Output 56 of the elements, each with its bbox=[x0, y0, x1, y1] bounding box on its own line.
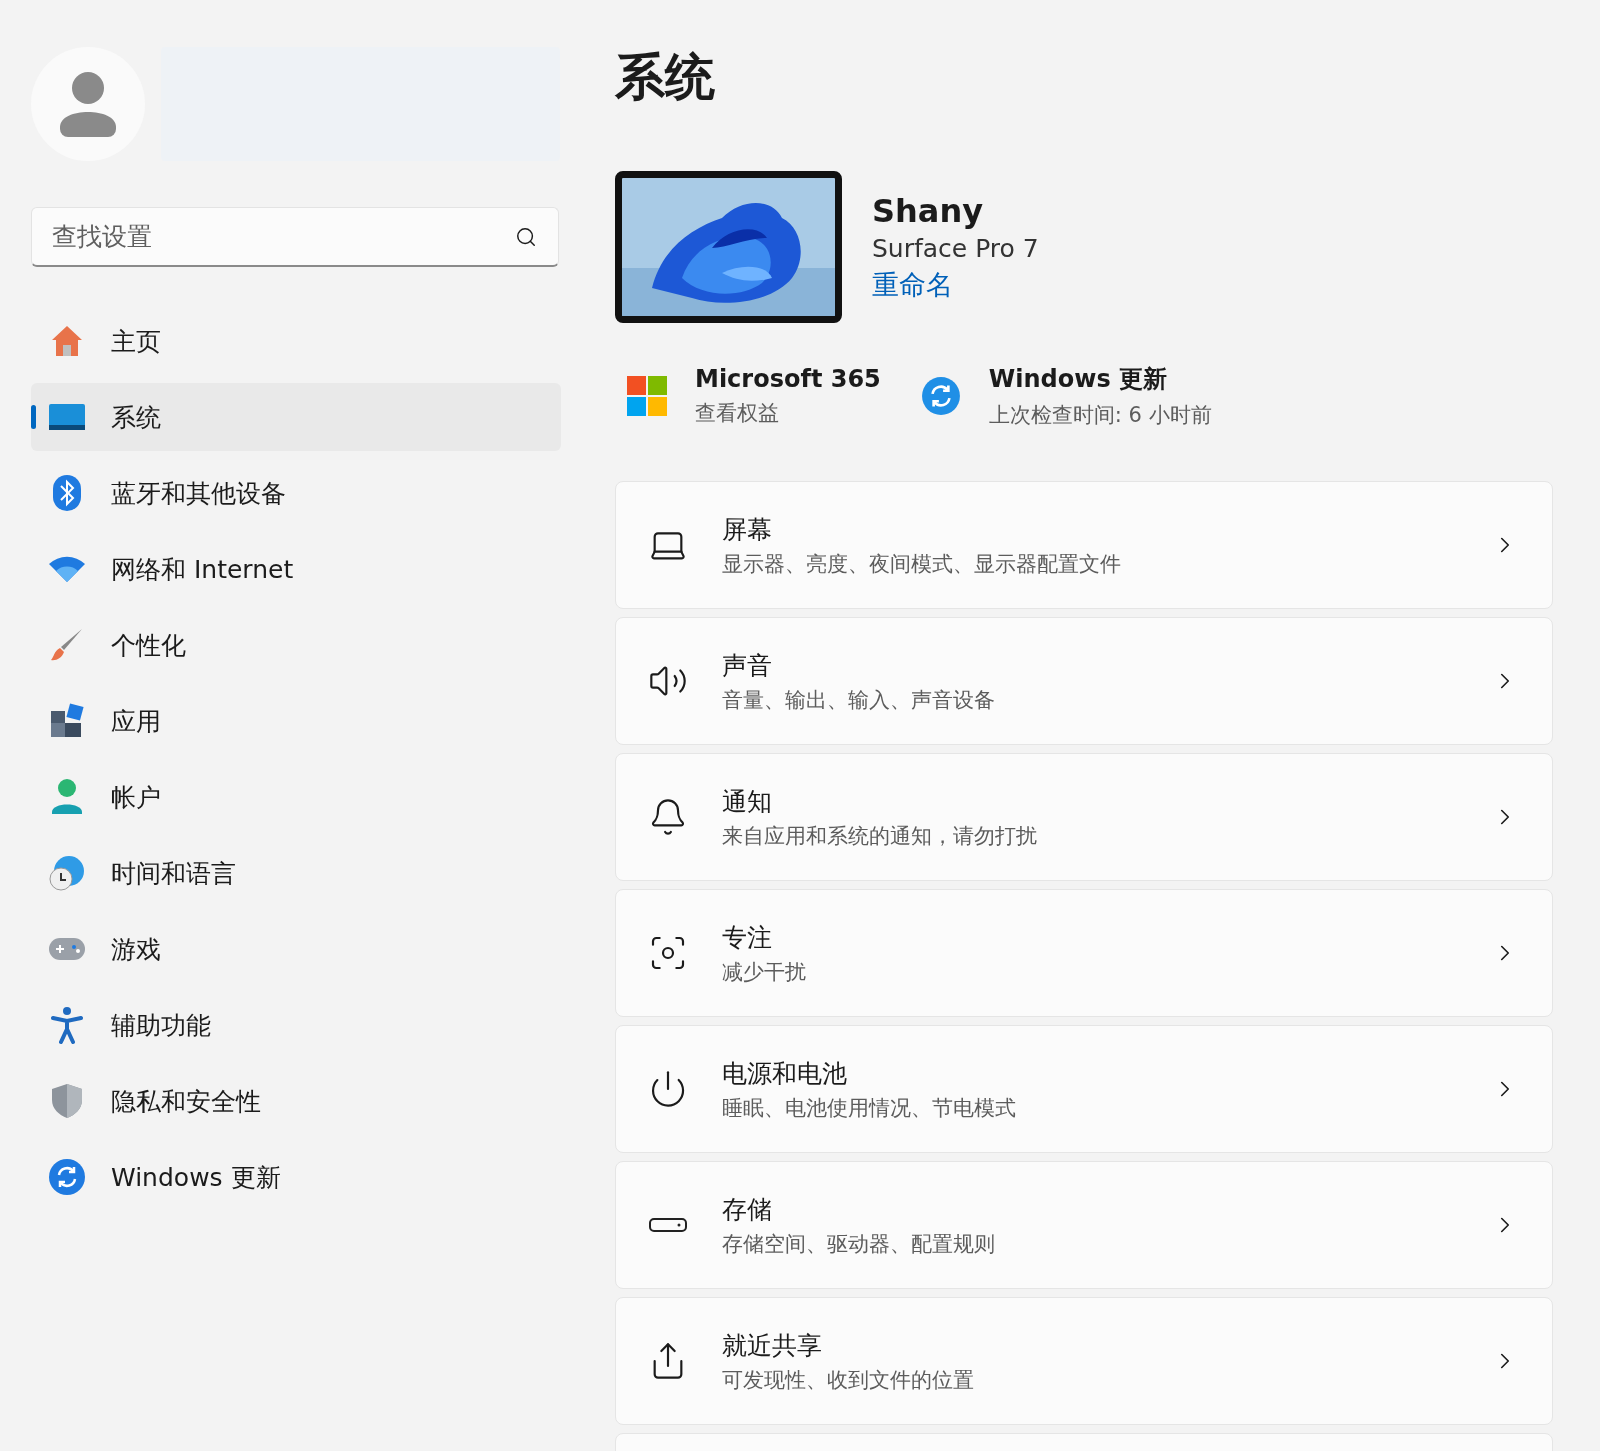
quick-link-title[interactable]: Windows 更新 bbox=[988, 363, 1212, 395]
settings-card[interactable]: 电源和电池 睡眠、电池使用情况、节电模式 bbox=[615, 1025, 1553, 1153]
nav-item[interactable]: 游戏 bbox=[31, 915, 561, 983]
card-subtitle: 来自应用和系统的通知，请勿打扰 bbox=[722, 822, 1038, 850]
monitor-icon bbox=[48, 401, 86, 433]
rename-link[interactable]: 重命名 bbox=[872, 266, 1039, 303]
shield-icon bbox=[50, 1082, 84, 1120]
card-title: 存储 bbox=[722, 1193, 773, 1226]
nav-item[interactable]: 应用 bbox=[31, 687, 561, 755]
card-title: 屏幕 bbox=[722, 513, 773, 546]
card-subtitle: 显示器、亮度、夜间模式、显示器配置文件 bbox=[722, 550, 1122, 578]
card-title: 专注 bbox=[722, 921, 773, 954]
nav-item[interactable]: 蓝牙和其他设备 bbox=[31, 459, 561, 527]
card-subtitle: 减少干扰 bbox=[722, 958, 807, 986]
card-subtitle: 可发现性、收到文件的位置 bbox=[722, 1366, 975, 1394]
quick-link-subtitle: 查看权益 bbox=[695, 400, 780, 427]
settings-card[interactable]: 通知 来自应用和系统的通知，请勿打扰 bbox=[615, 753, 1553, 881]
settings-card[interactable]: 存储 存储空间、驱动器、配置规则 bbox=[615, 1161, 1553, 1289]
settings-card[interactable]: 声音 音量、输出、输入、声音设备 bbox=[615, 617, 1553, 745]
update-icon bbox=[48, 1158, 86, 1196]
update-icon bbox=[920, 376, 961, 416]
nav-item[interactable]: 网络和 Internet bbox=[31, 535, 561, 603]
card-subtitle: 存储空间、驱动器、配置规则 bbox=[722, 1230, 996, 1258]
nav-item[interactable]: 隐私和安全性 bbox=[31, 1067, 561, 1135]
person-icon bbox=[59, 71, 116, 137]
apps-icon bbox=[49, 703, 85, 739]
nav-item[interactable]: 系统 bbox=[31, 383, 561, 451]
device-name: Shany bbox=[872, 191, 985, 230]
wifi-icon bbox=[48, 555, 86, 583]
selection-indicator bbox=[31, 405, 36, 429]
settings-card[interactable]: 屏幕 显示器、亮度、夜间模式、显示器配置文件 bbox=[615, 481, 1553, 609]
nav-item[interactable]: 主页 bbox=[31, 307, 561, 375]
card-title: 电源和电池 bbox=[722, 1057, 848, 1090]
accessibility-icon bbox=[50, 1006, 84, 1044]
card-title: 声音 bbox=[722, 649, 773, 682]
card-subtitle: 睡眠、电池使用情况、节电模式 bbox=[722, 1094, 1017, 1122]
search-icon bbox=[515, 226, 537, 248]
nav-item[interactable]: 辅助功能 bbox=[31, 991, 561, 1059]
nav-item[interactable]: Windows 更新 bbox=[31, 1143, 561, 1211]
device-model: Surface Pro 7 bbox=[872, 233, 1039, 263]
settings-card[interactable]: 就近共享 可发现性、收到文件的位置 bbox=[615, 1297, 1553, 1425]
search-field[interactable]: 查找设置 bbox=[31, 207, 559, 267]
person-icon bbox=[50, 778, 84, 816]
card-subtitle: 音量、输出、输入、声音设备 bbox=[722, 686, 996, 714]
quick-link-title[interactable]: Microsoft 365 bbox=[695, 365, 881, 393]
four-squares-icon bbox=[627, 376, 667, 416]
bluetooth-icon bbox=[52, 474, 82, 512]
nav-item[interactable]: 时间和语言 bbox=[31, 839, 561, 907]
settings-card[interactable]: 专注 减少干扰 bbox=[615, 889, 1553, 1017]
card-title: 就近共享 bbox=[722, 1329, 823, 1362]
globe-clock-icon bbox=[48, 854, 86, 892]
quick-link-subtitle: 上次检查时间: 6 小时前 bbox=[988, 402, 1212, 429]
page-title: 系统 bbox=[615, 47, 716, 108]
nav-item[interactable]: 个性化 bbox=[31, 611, 561, 679]
nav-item[interactable]: 帐户 bbox=[31, 763, 561, 831]
card-title: 通知 bbox=[722, 785, 773, 818]
